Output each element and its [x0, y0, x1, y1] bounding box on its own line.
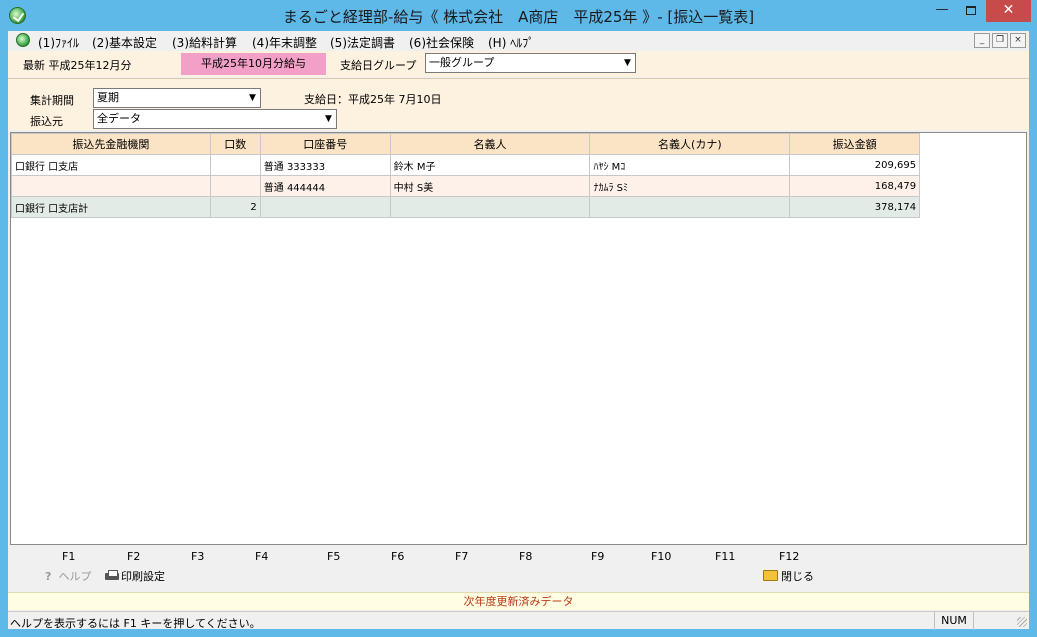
- col-header-account[interactable]: 口座番号: [259, 133, 391, 155]
- print-settings-button[interactable]: 印刷設定: [105, 568, 165, 584]
- fkey-f6[interactable]: F6: [391, 550, 404, 563]
- fkey-f9[interactable]: F9: [591, 550, 604, 563]
- source-label: 振込元: [30, 115, 63, 128]
- minimize-button[interactable]: —: [928, 0, 956, 22]
- cell-bank[interactable]: [11, 175, 211, 197]
- cell-count-total[interactable]: 2: [209, 196, 261, 218]
- period-select-value: 夏期: [97, 91, 119, 104]
- header-spacer: [919, 133, 1026, 155]
- chevron-down-icon[interactable]: ▼: [321, 110, 336, 128]
- col-header-count[interactable]: 口数: [209, 133, 261, 155]
- top-info-bar: 最新 平成25年12月分 平成25年10月分給与 支給日グループ 一般グループ …: [8, 51, 1029, 77]
- numlock-indicator: NUM: [934, 612, 974, 630]
- function-key-bar: F1 F2 F3 F4 F5 F6 F7 F8 F9 F10 F11 F12 ?…: [8, 546, 1029, 586]
- cell-holder-kana[interactable]: [589, 196, 791, 218]
- col-header-bank[interactable]: 振込先金融機関: [11, 133, 211, 155]
- cell-holder[interactable]: 鈴木 M子: [389, 154, 591, 176]
- close-screen-label: 閉じる: [781, 570, 814, 583]
- help-icon: ?: [45, 570, 52, 583]
- col-header-amount[interactable]: 振込金額: [789, 133, 921, 155]
- fkey-f11[interactable]: F11: [715, 550, 735, 563]
- menu-payroll-calc[interactable]: (3)給料計算: [172, 34, 237, 51]
- table-row[interactable]: 口銀行 口支店 普通 333333 鈴木 M子 ﾊﾔｼ Mｺ 209,695: [11, 154, 1026, 176]
- menu-social-insurance[interactable]: (6)社会保険: [409, 34, 474, 51]
- cell-holder-kana[interactable]: ﾅｶﾑﾗ Sﾐ: [589, 175, 791, 197]
- menu-bar: (1)ﾌｧｲﾙ (2)基本設定 (3)給料計算 (4)年末調整 (5)法定調書 …: [8, 31, 1029, 51]
- col-header-holder[interactable]: 名義人: [389, 133, 591, 155]
- cell-holder[interactable]: [389, 196, 591, 218]
- mdi-minimize-button[interactable]: _: [974, 33, 990, 48]
- cell-account[interactable]: 普通 444444: [259, 175, 391, 197]
- menu-file[interactable]: (1)ﾌｧｲﾙ: [38, 34, 79, 51]
- cell-amount[interactable]: 168,479: [789, 175, 921, 197]
- group-label: 支給日グループ: [340, 59, 417, 72]
- fkey-f3[interactable]: F3: [191, 550, 204, 563]
- cell-holder-kana[interactable]: ﾊﾔｼ Mｺ: [589, 154, 791, 176]
- source-select[interactable]: 全データ ▼: [93, 109, 337, 129]
- transfer-list-grid[interactable]: 振込先金融機関 口数 口座番号 名義人 名義人(カナ) 振込金額 口銀行 口支店…: [10, 132, 1027, 545]
- fkey-f8[interactable]: F8: [519, 550, 532, 563]
- menu-basic-settings[interactable]: (2)基本設定: [92, 34, 157, 51]
- cell-bank[interactable]: 口銀行 口支店: [11, 154, 211, 176]
- cell-account[interactable]: [259, 196, 391, 218]
- col-header-holder-kana[interactable]: 名義人(カナ): [589, 133, 791, 155]
- group-select[interactable]: 一般グループ ▼: [425, 53, 636, 73]
- cell-amount[interactable]: 209,695: [789, 154, 921, 176]
- cell-count[interactable]: [209, 175, 261, 197]
- client-area: (1)ﾌｧｲﾙ (2)基本設定 (3)給料計算 (4)年末調整 (5)法定調書 …: [8, 31, 1029, 630]
- window-title: まるごと経理部-給与《 株式会社 A商店 平成25年 》- [振込一覧表]: [282, 8, 755, 26]
- payday-text: 支給日：平成25年 7月10日: [304, 93, 442, 106]
- close-button[interactable]: ✕: [986, 0, 1031, 22]
- cell-account[interactable]: 普通 333333: [259, 154, 391, 176]
- chevron-down-icon[interactable]: ▼: [620, 54, 635, 72]
- transfer-table: 振込先金融機関 口数 口座番号 名義人 名義人(カナ) 振込金額 口銀行 口支店…: [11, 133, 1026, 218]
- maximize-button[interactable]: [956, 0, 986, 22]
- period-label: 集計期間: [30, 94, 74, 107]
- latest-period: 最新 平成25年12月分: [23, 59, 132, 72]
- close-screen-button[interactable]: 閉じる: [763, 568, 814, 584]
- menu-year-end-adjustment[interactable]: (4)年末調整: [252, 34, 317, 51]
- period-select[interactable]: 夏期 ▼: [93, 88, 261, 108]
- fkey-f4[interactable]: F4: [255, 550, 268, 563]
- menu-statutory-reports[interactable]: (5)法定調書: [330, 34, 395, 51]
- help-button-label: ヘルプ: [58, 570, 92, 583]
- resize-grip-icon[interactable]: [1017, 617, 1027, 627]
- fkey-f1[interactable]: F1: [62, 550, 75, 563]
- cell-amount-total[interactable]: 378,174: [789, 196, 921, 218]
- table-row[interactable]: 普通 444444 中村 S美 ﾅｶﾑﾗ Sﾐ 168,479: [11, 175, 1026, 197]
- minimize-icon: —: [935, 2, 949, 17]
- mdi-app-icon[interactable]: [16, 33, 30, 47]
- folder-open-icon: [763, 570, 778, 581]
- table-total-row[interactable]: 口銀行 口支店計 2 378,174: [11, 196, 1026, 218]
- title-bar[interactable]: まるごと経理部-給与《 株式会社 A商店 平成25年 》- [振込一覧表] — …: [0, 0, 1037, 31]
- maximize-icon: [966, 6, 976, 15]
- mdi-restore-button[interactable]: ❐: [992, 33, 1008, 48]
- fkey-f7[interactable]: F7: [455, 550, 468, 563]
- close-icon: ✕: [1002, 2, 1015, 18]
- filter-panel: 集計期間 夏期 ▼ 支給日：平成25年 7月10日 振込元 全データ ▼: [8, 78, 1029, 130]
- app-window: まるごと経理部-給与《 株式会社 A商店 平成25年 》- [振込一覧表] — …: [0, 0, 1037, 637]
- fkey-f12[interactable]: F12: [779, 550, 799, 563]
- print-settings-label: 印刷設定: [121, 570, 165, 583]
- fkey-f10[interactable]: F10: [651, 550, 671, 563]
- status-text: ヘルプを表示するには F1 キーを押してください。: [10, 617, 261, 630]
- fkey-f2[interactable]: F2: [127, 550, 140, 563]
- group-select-value: 一般グループ: [429, 56, 495, 69]
- fkey-f5[interactable]: F5: [327, 550, 340, 563]
- pay-period-badge: 平成25年10月分給与: [181, 53, 326, 75]
- source-select-value: 全データ: [97, 112, 141, 125]
- chevron-down-icon[interactable]: ▼: [245, 89, 260, 107]
- notice-bar: 次年度更新済みデータ: [8, 592, 1029, 610]
- printer-icon: [105, 570, 119, 581]
- help-button[interactable]: ? ヘルプ: [45, 568, 92, 584]
- cell-holder[interactable]: 中村 S美: [389, 175, 591, 197]
- mdi-close-button[interactable]: ×: [1010, 33, 1026, 48]
- status-bar: ヘルプを表示するには F1 キーを押してください。 NUM: [8, 611, 1029, 630]
- cell-bank-total[interactable]: 口銀行 口支店計: [11, 196, 211, 218]
- cell-count[interactable]: [209, 154, 261, 176]
- menu-help[interactable]: (H) ﾍﾙﾌﾟ: [488, 34, 534, 51]
